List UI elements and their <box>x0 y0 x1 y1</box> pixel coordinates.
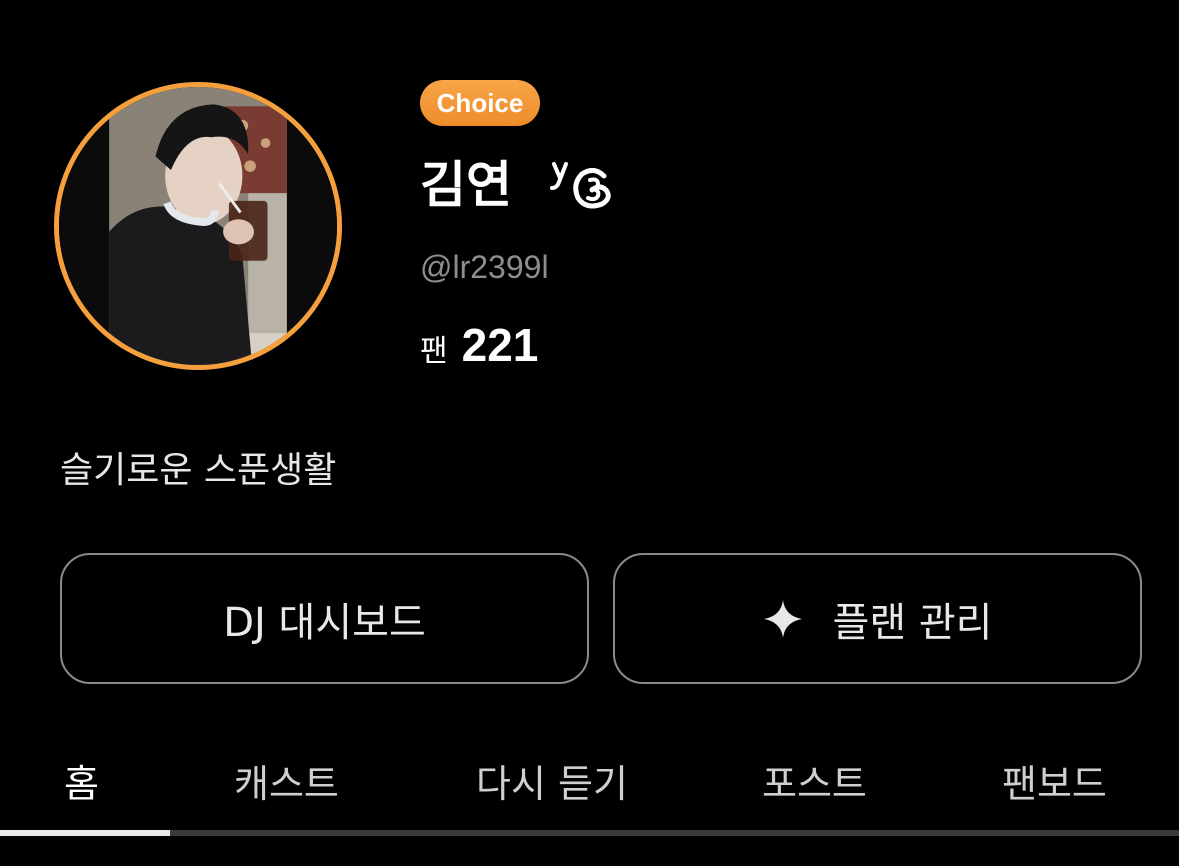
tab-home[interactable]: 홈 <box>64 748 99 828</box>
tab-fanboard[interactable]: 팬보드 <box>1002 748 1107 828</box>
choice-badge: Choice <box>420 80 540 126</box>
tab-post[interactable]: 포스트 <box>762 748 867 828</box>
user-handle: @lr2399l <box>420 249 549 285</box>
active-tab-indicator <box>0 830 170 836</box>
level-badge-icon <box>550 162 611 209</box>
profile-photo <box>59 87 337 365</box>
tab-replay[interactable]: 다시 듣기 <box>476 748 628 828</box>
profile-bio: 슬기로운 스푼생활 <box>60 450 337 491</box>
tab-cast[interactable]: 캐스트 <box>234 748 339 828</box>
plan-management-label: 플랜 관리 <box>832 599 993 646</box>
plan-management-button[interactable]: 플랜 관리 <box>613 553 1142 684</box>
dj-dashboard-label: DJ 대시보드 <box>223 599 426 646</box>
user-name: 김연 <box>420 156 512 214</box>
dj-dashboard-button[interactable]: DJ 대시보드 <box>60 553 589 684</box>
fan-label: 팬 <box>420 334 448 369</box>
tab-track <box>0 830 1179 836</box>
avatar[interactable] <box>54 82 342 370</box>
fan-count-row[interactable]: 팬 221 <box>420 318 538 372</box>
sparkle-icon <box>763 599 802 638</box>
fan-count: 221 <box>461 319 539 371</box>
profile-tabs: 홈 캐스트 다시 듣기 포스트 팬보드 <box>0 748 1179 828</box>
